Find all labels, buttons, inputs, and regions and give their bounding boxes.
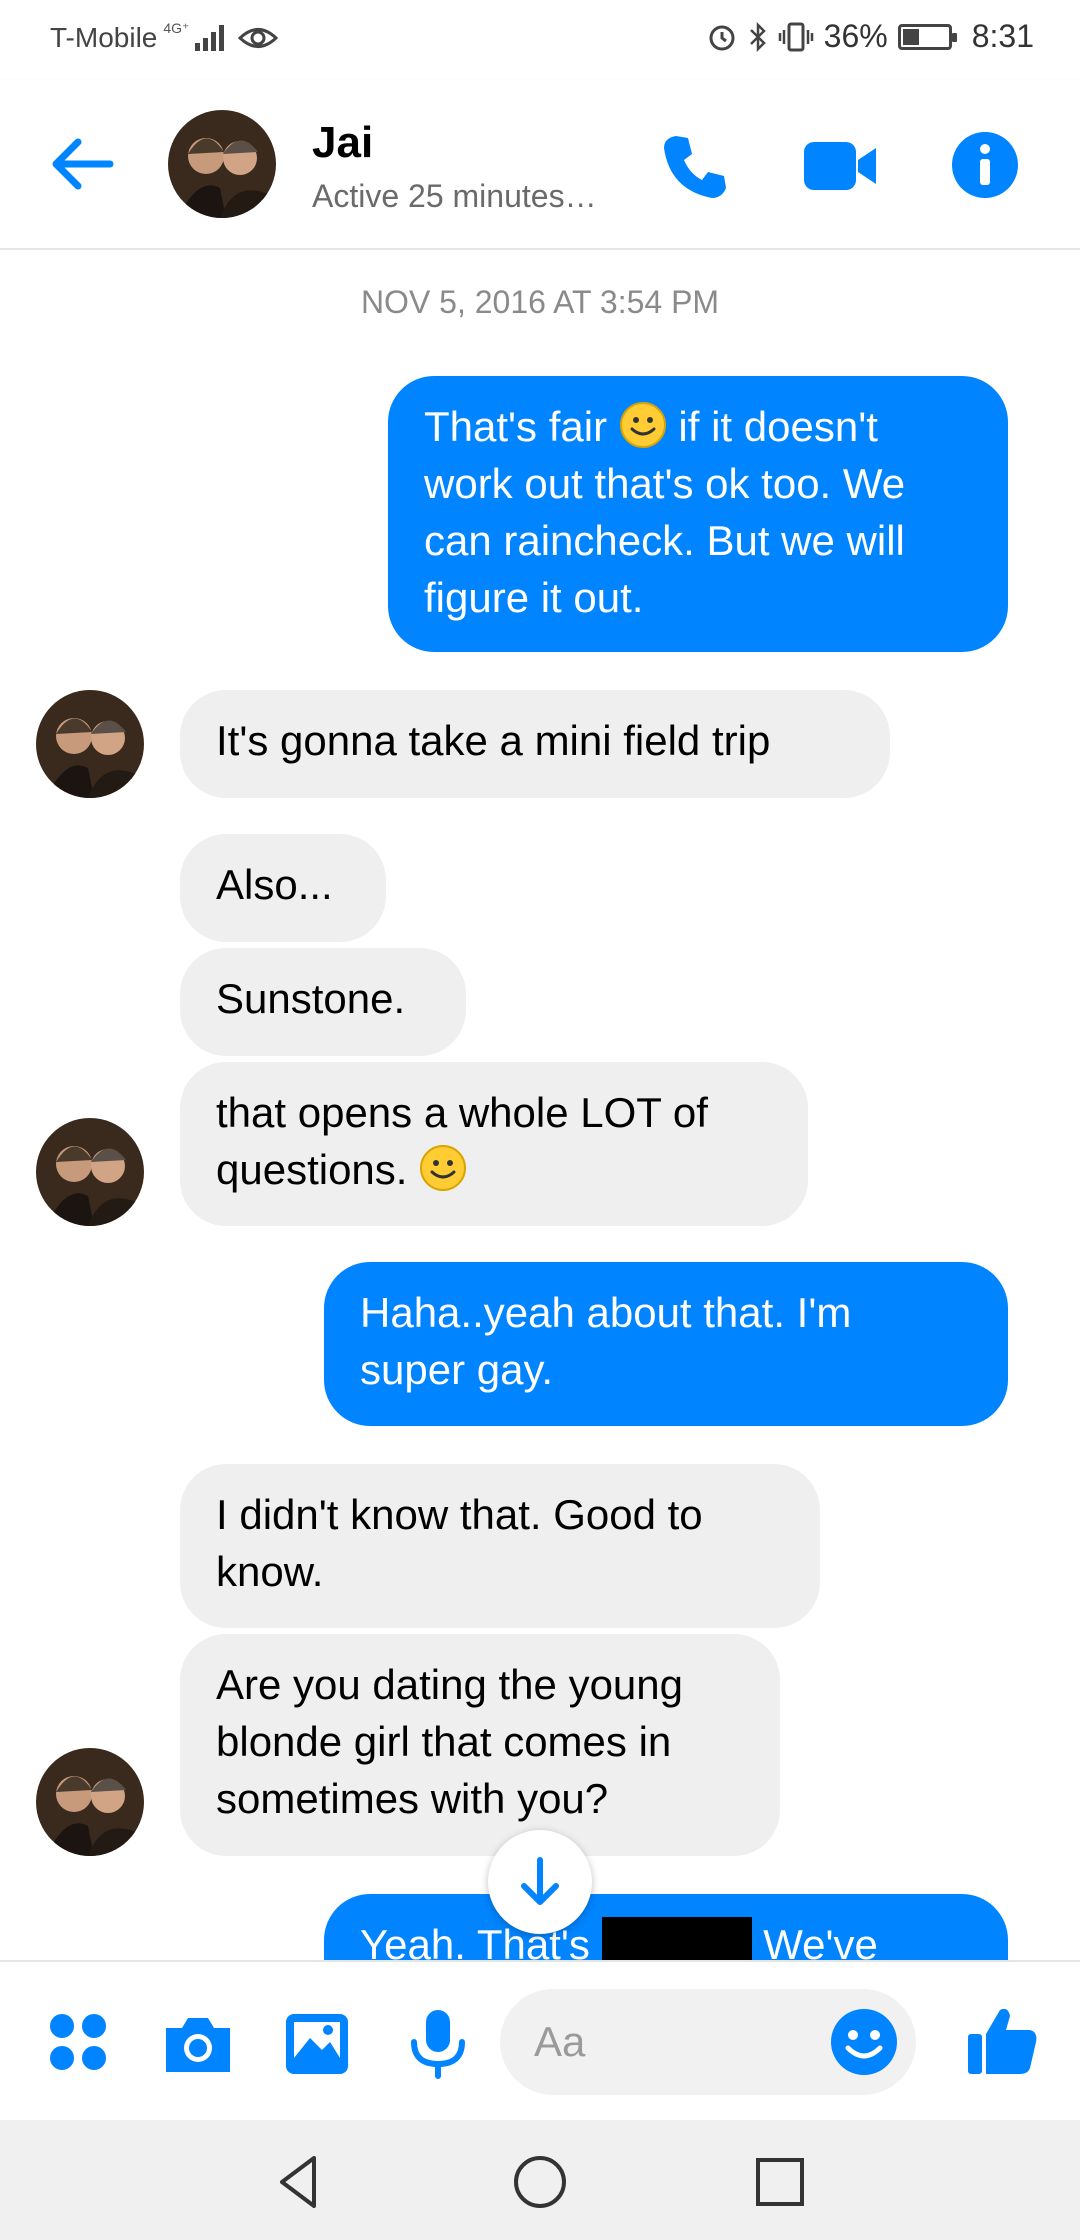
four-dots-icon: [50, 2014, 106, 2070]
video-call-button[interactable]: [800, 130, 880, 202]
nav-home-button[interactable]: [510, 2152, 570, 2212]
clock-time: 8:31: [971, 18, 1034, 54]
redaction-block: [601, 1917, 752, 1960]
conversation-header: Jai Active 25 minutes…: [0, 80, 1080, 250]
contact-name[interactable]: Jai: [312, 118, 373, 168]
incoming-message[interactable]: Sunstone.: [180, 948, 466, 1056]
message-text: Haha..yeah about that. I'm super gay.: [360, 1289, 852, 1393]
contact-message-avatar[interactable]: [36, 1118, 144, 1226]
message-thread[interactable]: NOV 5, 2016 AT 3:54 PM That's fair if it…: [0, 250, 1080, 1960]
incoming-message[interactable]: Are you dating the young blonde girl tha…: [180, 1634, 780, 1856]
eye-icon: [238, 28, 279, 48]
message-text: We've: [751, 1921, 878, 1960]
message-text: Sunstone.: [216, 975, 406, 1022]
smiley-emoji-icon: [420, 1145, 467, 1191]
contact-avatar[interactable]: [168, 110, 276, 218]
microphone-icon: [411, 2010, 465, 2079]
nav-recents-button[interactable]: [750, 2152, 810, 2212]
alarm-icon: [709, 25, 735, 50]
outgoing-message[interactable]: Haha..yeah about that. I'm super gay.: [324, 1262, 1008, 1426]
message-text: That's fair: [424, 403, 619, 450]
more-actions-button[interactable]: [42, 2006, 118, 2082]
info-button[interactable]: [950, 130, 1020, 200]
phone-icon: [664, 136, 726, 198]
voice-call-button[interactable]: [660, 130, 732, 202]
camera-button[interactable]: [160, 2006, 236, 2082]
like-button[interactable]: [962, 2000, 1042, 2080]
voice-message-button[interactable]: [400, 2006, 476, 2082]
incoming-message[interactable]: that opens a whole LOT of questions.: [180, 1062, 808, 1226]
system-navigation-bar: [0, 2120, 1080, 2240]
arrow-left-icon: [52, 138, 114, 190]
outgoing-message[interactable]: That's fair if it doesn't work out that'…: [388, 376, 1008, 652]
contact-message-avatar[interactable]: [36, 1748, 144, 1856]
image-icon: [286, 2014, 348, 2074]
network-type: 4G⁺: [163, 19, 190, 36]
message-composer: Aa: [0, 1960, 1080, 2120]
scroll-to-bottom-button[interactable]: [488, 1830, 592, 1934]
vibrate-icon: [778, 22, 813, 51]
smiley-emoji-icon: [619, 402, 666, 448]
emoji-button[interactable]: [828, 2006, 900, 2078]
message-text: Also...: [216, 861, 333, 908]
triangle-back-icon: [280, 2156, 316, 2208]
contact-message-avatar[interactable]: [36, 690, 144, 798]
battery-percent: 36%: [823, 18, 888, 54]
camera-icon: [166, 2018, 230, 2072]
video-camera-icon: [804, 142, 876, 190]
status-bar: T-Mobile 4G⁺ 36% 8:31: [0, 0, 1080, 80]
battery-icon: [897, 23, 957, 50]
square-recents-icon: [756, 2158, 804, 2206]
message-input-placeholder: Aa: [534, 2018, 586, 2065]
thumbs-up-icon: [968, 2008, 1037, 2074]
contact-active-status: Active 25 minutes…: [312, 178, 597, 214]
bluetooth-icon: [749, 21, 766, 52]
arrow-down-icon: [521, 1857, 559, 1905]
message-timestamp: NOV 5, 2016 AT 3:54 PM: [360, 284, 720, 320]
message-text: Are you dating the young blonde girl tha…: [216, 1661, 684, 1822]
status-right: 36% 8:31: [706, 18, 1034, 55]
signal-icon: [195, 25, 225, 51]
incoming-message[interactable]: I didn't know that. Good to know.: [180, 1464, 820, 1628]
incoming-message[interactable]: It's gonna take a mini field trip: [180, 690, 890, 798]
info-icon: [952, 132, 1018, 198]
nav-back-button[interactable]: [270, 2152, 330, 2212]
smiley-icon: [831, 2009, 897, 2075]
circle-home-icon: [514, 2156, 566, 2208]
message-text: It's gonna take a mini field trip: [216, 717, 771, 764]
incoming-message[interactable]: Also...: [180, 834, 386, 942]
gallery-button[interactable]: [280, 2006, 356, 2082]
carrier-name: T-Mobile: [50, 22, 158, 53]
message-text: I didn't know that. Good to know.: [216, 1491, 703, 1595]
outgoing-message[interactable]: Yeah. That's We've: [324, 1894, 1008, 1960]
back-button[interactable]: [46, 134, 118, 194]
status-left: T-Mobile 4G⁺: [50, 19, 279, 54]
